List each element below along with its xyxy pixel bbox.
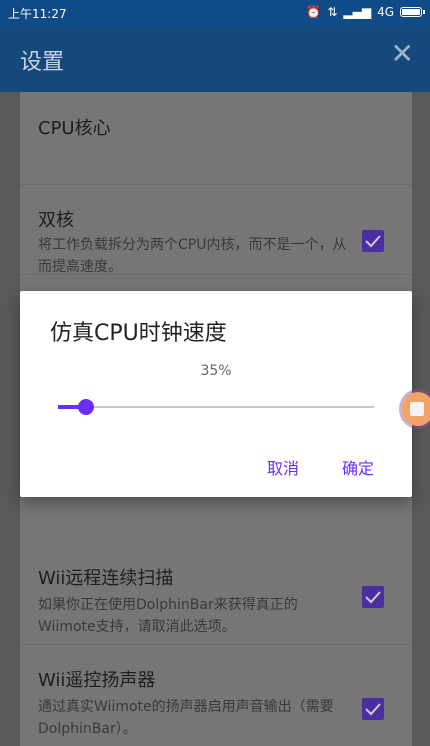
signal-icon: ▂▄▆ <box>343 5 372 19</box>
category-title: CPU核心 <box>38 118 111 139</box>
app-bar: 设置 ✕ <box>0 26 430 92</box>
setting-summary: 如果你正在使用DolphinBar来获得真正的Wiimote支持，请取消此选项。 <box>38 597 298 635</box>
status-icons: ⏰ ⇅ ▂▄▆ 4G <box>306 5 425 19</box>
ok-button[interactable]: 确定 <box>342 455 374 479</box>
close-icon[interactable]: ✕ <box>391 40 414 68</box>
cpu-clock-dialog: 仿真CPU时钟速度 35% 取消 确定 <box>20 291 412 497</box>
setting-title: Wii远程连续扫描 <box>38 568 174 589</box>
setting-wiimote-speaker[interactable]: Wii遥控扬声器 通过真实Wiimote的扬声器启用声音输出（需要Dolphin… <box>20 644 412 746</box>
setting-title: Wii遥控扬声器 <box>38 670 156 691</box>
cancel-button[interactable]: 取消 <box>267 455 299 479</box>
setting-summary: 将工作负载拆分为两个CPU内核，而不是一个，从而提高速度。 <box>38 237 347 275</box>
slider-value-label: 35% <box>200 363 232 379</box>
setting-wiimote-scan[interactable]: Wii远程连续扫描 如果你正在使用DolphinBar来获得真正的Wiimote… <box>20 542 412 645</box>
floating-square-icon <box>410 402 424 416</box>
slider-thumb[interactable] <box>78 399 94 415</box>
status-bar: 上午11:27 ⏰ ⇅ ▂▄▆ 4G <box>0 0 430 26</box>
battery-icon <box>400 7 425 17</box>
status-time: 上午11:27 <box>8 7 67 21</box>
dialog-title: 仿真CPU时钟速度 <box>50 321 227 346</box>
setting-summary: 通过真实Wiimote的扬声器启用声音输出（需要DolphinBar）。 <box>38 699 334 737</box>
slider-track[interactable] <box>58 406 374 408</box>
data-activity-icon: ⇅ <box>327 5 338 19</box>
setting-dual-core[interactable]: 双核 将工作负载拆分为两个CPU内核，而不是一个，从而提高速度。 <box>20 184 412 275</box>
wiimote-speaker-checkbox[interactable] <box>362 698 384 720</box>
dual-core-checkbox[interactable] <box>362 230 384 252</box>
setting-title: 双核 <box>38 210 74 231</box>
page-title: 设置 <box>20 50 65 75</box>
floating-assist-button[interactable] <box>402 392 430 426</box>
clock-speed-slider[interactable] <box>58 397 374 417</box>
category-header: CPU核心 <box>20 92 412 185</box>
wiimote-scan-checkbox[interactable] <box>362 586 384 608</box>
network-type: 4G <box>377 5 394 19</box>
alarm-off-icon: ⏰ <box>306 5 322 19</box>
